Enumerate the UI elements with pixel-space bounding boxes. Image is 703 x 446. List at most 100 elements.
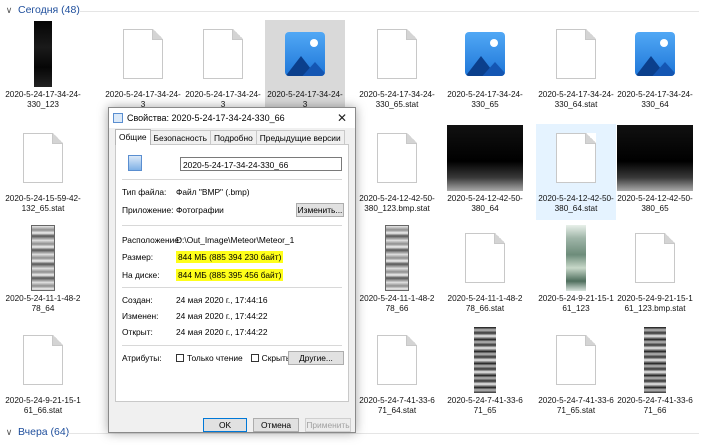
image-thumbnail (615, 124, 695, 192)
change-app-button[interactable]: Изменить... (296, 203, 344, 217)
document-icon (536, 124, 616, 192)
apply-button[interactable]: Применить (305, 418, 351, 432)
file-item[interactable]: 2020-5-24-17-34-24-330_64 (615, 20, 695, 116)
size-row: Размер: 844 МБ (885 394 230 байт) (122, 251, 284, 263)
checkbox-icon (176, 354, 184, 362)
group-divider (68, 433, 699, 434)
file-name: 2020-5-24-17-34-24-330_64.stat (538, 90, 614, 109)
file-name: 2020-5-24-17-34-24-330_64 (617, 90, 693, 109)
disk-label: На диске: (122, 270, 160, 280)
app-value: Фотографии (176, 205, 224, 215)
type-label: Тип файла: (122, 187, 167, 197)
file-item[interactable]: 2020-5-24-9-21-15-161_123.bmp.stat (615, 224, 695, 320)
document-icon (357, 124, 437, 192)
file-item[interactable]: 2020-5-24-12-42-50-380_65 (615, 124, 695, 220)
document-icon (103, 20, 183, 88)
document-icon (357, 326, 437, 394)
file-item[interactable]: 2020-5-24-17-34-24-3 (103, 20, 183, 116)
file-item[interactable]: 2020-5-24-11-1-48-278_64 (3, 224, 83, 320)
location-value: D:\Out_Image\Meteor\Meteor_1 (176, 235, 295, 245)
advanced-button[interactable]: Другие... (288, 351, 344, 365)
close-icon[interactable]: ✕ (329, 108, 355, 128)
file-item[interactable]: 2020-5-24-7-41-33-671_65.stat (536, 326, 616, 422)
document-icon (3, 124, 83, 192)
created-row: Создан: 24 мая 2020 г., 17:44:16 (122, 295, 268, 305)
opened-value: 24 мая 2020 г., 17:44:22 (176, 327, 268, 337)
file-name-field[interactable]: 2020-5-24-17-34-24-330_66 (180, 157, 342, 171)
photos-icon (265, 20, 345, 88)
image-thumbnail (615, 326, 695, 394)
attributes-row: Атрибуты: Только чтение Скрытый (122, 353, 305, 363)
tab-details[interactable]: Подробно (209, 130, 257, 145)
group-header-today[interactable]: ∨ Сегодня (48) (4, 4, 80, 16)
file-item[interactable]: 2020-5-24-17-34-24-330_64.stat (536, 20, 616, 116)
chevron-down-icon: ∨ (5, 426, 13, 437)
ok-button[interactable]: OK (203, 418, 247, 432)
opened-label: Открыт: (122, 327, 153, 337)
created-label: Создан: (122, 295, 153, 305)
file-item-hover[interactable]: 2020-5-24-12-42-50-380_64.stat (536, 124, 616, 220)
group-divider (80, 11, 699, 12)
checkbox-icon (250, 354, 259, 362)
location-row: Расположение: D:\Out_Image\Meteor\Meteor… (122, 235, 294, 245)
location-label: Расположение: (122, 235, 182, 245)
document-icon (615, 224, 695, 292)
group-title-today: Сегодня (48) (18, 4, 80, 16)
file-item[interactable]: 2020-5-24-12-42-50-380_64 (445, 124, 525, 220)
file-item[interactable]: 2020-5-24-11-1-48-278_66.stat (445, 224, 525, 320)
tab-security[interactable]: Безопасность (149, 130, 211, 145)
file-name: 2020-5-24-15-59-42-132_65.stat (5, 194, 81, 213)
app-label: Приложение: (122, 205, 174, 215)
document-icon (536, 20, 616, 88)
file-name: 2020-5-24-9-21-15-161_123 (538, 294, 614, 313)
file-item[interactable]: 2020-5-24-9-21-15-161_66.stat (3, 326, 83, 422)
file-item[interactable]: 2020-5-24-15-59-42-132_65.stat (3, 124, 83, 220)
file-item[interactable]: 2020-5-24-17-34-24-3 (183, 20, 263, 116)
file-item[interactable]: 2020-5-24-9-21-15-161_123 (536, 224, 616, 320)
dialog-title: Свойства: 2020-5-24-17-34-24-330_66 (127, 113, 285, 123)
file-name: 2020-5-24-11-1-48-278_66 (359, 294, 435, 313)
file-item-selected[interactable]: 2020-5-24-17-34-24-3 (265, 20, 345, 116)
file-name: 2020-5-24-11-1-48-278_66.stat (447, 294, 523, 313)
chevron-down-icon: ∨ (5, 4, 13, 15)
cancel-button[interactable]: Отмена (253, 418, 299, 432)
file-item[interactable]: 2020-5-24-7-41-33-671_65 (445, 326, 525, 422)
dialog-titlebar[interactable]: Свойства: 2020-5-24-17-34-24-330_66 ✕ (109, 108, 355, 128)
app-row: Приложение: Фотографии (122, 205, 224, 215)
properties-icon (113, 113, 123, 123)
file-name: 2020-5-24-12-42-50-380_65 (617, 194, 693, 213)
divider (122, 287, 342, 288)
photos-icon (615, 20, 695, 88)
bmp-file-icon (128, 155, 142, 171)
file-item[interactable]: 2020-5-24-11-1-48-278_66 (357, 224, 437, 320)
file-name: 2020-5-24-12-42-50-380_123.bmp.stat (359, 194, 435, 213)
readonly-checkbox[interactable]: Только чтение (176, 353, 243, 363)
type-row: Тип файла: Файл "BMP" (.bmp) (122, 187, 250, 197)
image-thumbnail (536, 224, 616, 292)
modified-row: Изменен: 24 мая 2020 г., 17:44:22 (122, 311, 268, 321)
file-name: 2020-5-24-7-41-33-671_65 (447, 396, 523, 415)
file-name: 2020-5-24-9-21-15-161_123.bmp.stat (617, 294, 693, 313)
file-item[interactable]: 2020-5-24-17-34-24-330_65 (445, 20, 525, 116)
divider (122, 225, 342, 226)
document-icon (536, 326, 616, 394)
file-name: 2020-5-24-17-34-24-330_65 (447, 90, 523, 109)
file-item[interactable]: 2020-5-24-17-34-24-330_123 (3, 20, 83, 116)
group-header-yesterday[interactable]: ∨ Вчера (64) (4, 426, 70, 438)
divider (122, 345, 342, 346)
file-name: 2020-5-24-17-34-24-330_123 (5, 90, 81, 109)
file-item[interactable]: 2020-5-24-7-41-33-671_66 (615, 326, 695, 422)
file-name: 2020-5-24-7-41-33-671_64.stat (359, 396, 435, 415)
divider (122, 179, 342, 180)
image-thumbnail (3, 224, 83, 292)
file-name: 2020-5-24-7-41-33-671_65.stat (538, 396, 614, 415)
tab-previous-versions[interactable]: Предыдущие версии (255, 130, 345, 145)
document-icon (183, 20, 263, 88)
file-name: 2020-5-24-7-41-33-671_66 (617, 396, 693, 415)
image-thumbnail (357, 224, 437, 292)
file-item[interactable]: 2020-5-24-12-42-50-380_123.bmp.stat (357, 124, 437, 220)
file-item[interactable]: 2020-5-24-17-34-24-330_65.stat (357, 20, 437, 116)
group-title-yesterday: Вчера (64) (18, 426, 70, 438)
tab-general[interactable]: Общие (115, 129, 151, 145)
file-item[interactable]: 2020-5-24-7-41-33-671_64.stat (357, 326, 437, 422)
